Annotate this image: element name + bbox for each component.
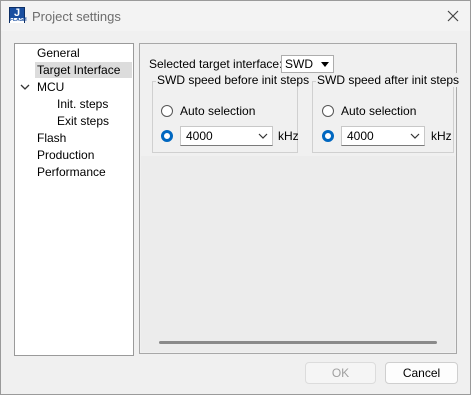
tree-item-init-steps[interactable]: Init. steps xyxy=(57,96,108,112)
speed-after-unit: kHz xyxy=(431,129,452,143)
tree-item-flash[interactable]: Flash xyxy=(37,130,66,146)
ok-button[interactable]: OK xyxy=(305,362,376,384)
speed-before-value: 4000 xyxy=(186,129,213,143)
tree-item-label: Performance xyxy=(37,165,106,179)
window-title: Project settings xyxy=(32,9,121,24)
speed-after-manual-radio[interactable] xyxy=(322,130,334,142)
tree-item-target-interface[interactable]: Target Interface xyxy=(35,62,132,78)
tree-item-performance[interactable]: Performance xyxy=(37,164,106,180)
speed-after-auto-label[interactable]: Auto selection xyxy=(341,104,416,118)
chevron-down-icon xyxy=(258,133,268,139)
chevron-down-icon xyxy=(410,133,420,139)
speed-before-auto-label[interactable]: Auto selection xyxy=(180,104,255,118)
tree-item-label: Production xyxy=(37,148,95,162)
tree-item-label: Flash xyxy=(37,131,67,145)
tree-item-mcu[interactable]: MCU xyxy=(37,79,64,95)
tree-item-label: Target Interface xyxy=(37,63,121,77)
target-interface-value: SWD xyxy=(285,57,313,71)
close-icon xyxy=(447,10,459,22)
title-bar: J FLASH Project settings xyxy=(1,1,470,31)
tree-item-label: MCU xyxy=(37,80,65,94)
tree-item-label: Exit steps xyxy=(57,114,110,128)
target-interface-label: Selected target interface: xyxy=(149,57,283,71)
tree-item-general[interactable]: General xyxy=(37,45,80,61)
speed-after-combo[interactable]: 4000 xyxy=(341,126,425,146)
tree-item-production[interactable]: Production xyxy=(37,147,94,163)
panel-empty-area xyxy=(141,156,455,352)
speed-after-value: 4000 xyxy=(347,129,374,143)
tree-item-exit-steps[interactable]: Exit steps xyxy=(57,113,109,129)
speed-before-unit: kHz xyxy=(278,129,299,143)
speed-after-title: SWD speed after init steps xyxy=(316,73,461,87)
chevron-down-icon[interactable] xyxy=(19,81,31,93)
speed-before-manual-radio[interactable] xyxy=(161,130,173,142)
speed-before-title: SWD speed before init steps xyxy=(156,73,311,87)
cancel-button[interactable]: Cancel xyxy=(385,362,458,384)
tree-item-label: General xyxy=(37,46,80,60)
tree-item-label: Init. steps xyxy=(57,97,109,111)
close-button[interactable] xyxy=(442,5,464,27)
app-icon-subtext: FLASH xyxy=(10,17,27,23)
speed-after-auto-radio[interactable] xyxy=(322,105,334,117)
target-interface-panel: Selected target interface: SWD SWD speed… xyxy=(139,43,461,354)
speed-before-combo[interactable]: 4000 xyxy=(180,126,273,146)
speed-before-group: SWD speed before init steps Auto selecti… xyxy=(152,73,311,153)
horizontal-scrollbar[interactable] xyxy=(159,341,437,344)
jflash-app-icon: J FLASH xyxy=(9,7,27,23)
settings-tree[interactable]: General Target Interface MCU Init. steps… xyxy=(14,43,134,356)
project-settings-window: J FLASH Project settings General Target … xyxy=(0,0,471,395)
speed-after-group: SWD speed after init steps Auto selectio… xyxy=(312,73,461,153)
speed-before-auto-radio[interactable] xyxy=(161,105,173,117)
dropdown-arrow-icon xyxy=(321,62,329,67)
target-interface-select[interactable]: SWD xyxy=(281,55,334,73)
